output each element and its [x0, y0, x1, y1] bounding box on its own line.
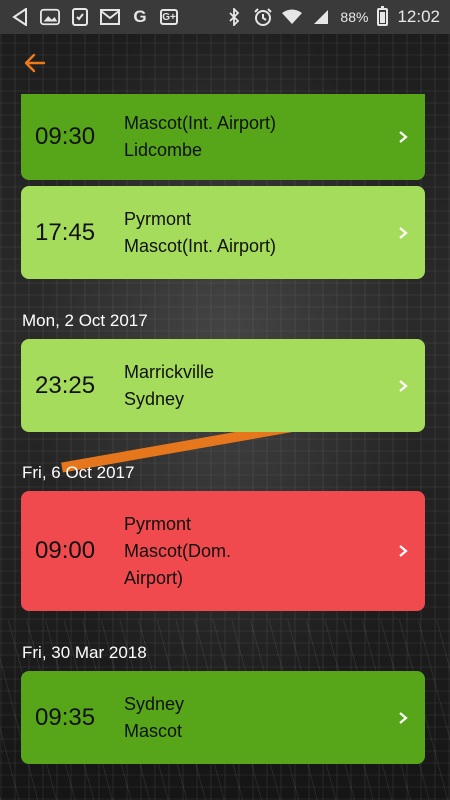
- trip-time: 09:00: [35, 537, 96, 564]
- google-plus-icon: G+: [160, 9, 178, 25]
- image-icon: [40, 8, 60, 26]
- back-arrow-icon: [10, 8, 30, 26]
- chevron-right-icon: [381, 130, 425, 144]
- status-time: 12:02: [397, 7, 440, 26]
- bluetooth-icon: [224, 8, 244, 26]
- trip-route: Pyrmont Mascot(Int. Airport): [124, 206, 381, 260]
- wifi-icon: [282, 8, 303, 26]
- trip-from: Mascot(Int. Airport): [124, 113, 277, 133]
- trip-card[interactable]: 09:30 Mascot(Int. Airport) Lidcombe: [21, 94, 425, 180]
- trip-time: 09:35: [35, 703, 96, 731]
- trip-time: 09:30: [35, 123, 96, 150]
- trip-card[interactable]: 09:35 Sydney Mascot: [21, 671, 425, 764]
- trip-from: Marrickville: [124, 361, 214, 382]
- date-header: Fri, 6 Oct 2017: [22, 463, 135, 482]
- trip-time: 23:25: [35, 371, 96, 399]
- chevron-right-icon: [381, 544, 425, 558]
- date-header: Fri, 30 Mar 2018: [22, 643, 147, 662]
- trip-to: Lidcombe: [124, 140, 203, 160]
- trip-to: Sydney: [124, 388, 185, 409]
- trip-route: Marrickville Sydney: [124, 359, 381, 413]
- status-bar: G G+ 88% 12:02: [0, 0, 450, 34]
- trip-time: 17:45: [35, 218, 96, 246]
- trip-to: Mascot: [124, 720, 183, 741]
- alarm-icon: [253, 8, 273, 26]
- trip-to: Mascot(Int. Airport): [124, 235, 277, 256]
- trip-from: Sydney: [124, 693, 185, 714]
- back-button[interactable]: [22, 50, 48, 76]
- mail-icon: [100, 8, 120, 26]
- chevron-right-icon: [381, 379, 425, 393]
- trip-route: Sydney Mascot: [124, 691, 381, 745]
- trip-route: Mascot(Int. Airport) Lidcombe: [124, 110, 381, 164]
- signal-icon: [311, 8, 331, 26]
- tablet-check-icon: [70, 8, 90, 26]
- app-bar: [0, 34, 450, 92]
- battery-percent: 88%: [340, 9, 369, 25]
- chevron-right-icon: [381, 226, 425, 240]
- trip-card[interactable]: 17:45 Pyrmont Mascot(Int. Airport): [21, 186, 425, 279]
- google-g-icon: G: [133, 7, 147, 26]
- chevron-right-icon: [381, 711, 425, 725]
- date-header: Mon, 2 Oct 2017: [22, 311, 148, 330]
- trip-from: Pyrmont: [124, 513, 192, 534]
- arrow-left-icon: [24, 53, 46, 73]
- trip-card[interactable]: 09:00 Pyrmont Mascot(Dom. Airport): [21, 491, 425, 611]
- trip-route: Pyrmont Mascot(Dom. Airport): [124, 511, 264, 592]
- trip-to: Mascot(Dom. Airport): [124, 540, 232, 588]
- trip-from: Pyrmont: [124, 208, 192, 229]
- battery-icon: [377, 6, 389, 26]
- trip-card[interactable]: 23:25 Marrickville Sydney: [21, 339, 425, 432]
